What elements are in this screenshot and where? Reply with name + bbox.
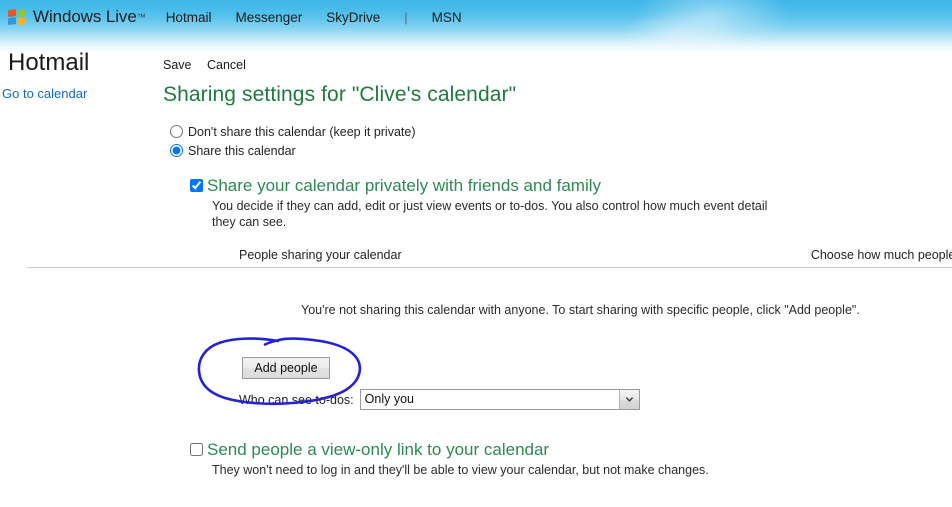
dont-share-radio[interactable] (170, 125, 183, 138)
column-header-permission: Choose how much people see (810, 248, 952, 262)
empty-state-message: You're not sharing this calendar with an… (301, 303, 860, 317)
nav-link-hotmail[interactable]: Hotmail (166, 10, 212, 25)
nav-separator: | (404, 9, 408, 25)
todo-visibility-label: Who can see to-dos: (239, 392, 354, 407)
column-header-people: People sharing your calendar (239, 248, 402, 262)
sharing-table-header: People sharing your calendar Choose how … (239, 248, 952, 267)
left-sidebar: Hotmail Go to calendar (0, 48, 155, 101)
go-to-calendar-link[interactable]: Go to calendar (0, 86, 155, 101)
radio-option-share[interactable]: Share this calendar (170, 141, 952, 160)
radio-option-dont-share[interactable]: Don't share this calendar (keep it priva… (170, 122, 952, 141)
dont-share-label[interactable]: Don't share this calendar (keep it priva… (188, 125, 416, 139)
cloud-highlight (632, 0, 792, 50)
cancel-command[interactable]: Cancel (207, 58, 246, 72)
share-calendar-radio[interactable] (170, 144, 183, 157)
todo-visibility-row: Who can see to-dos: Only you (239, 389, 952, 410)
nav-link-messenger[interactable]: Messenger (235, 10, 302, 25)
page-title: Sharing settings for "Clive's calendar" (163, 83, 517, 106)
sharing-table-divider (27, 267, 952, 268)
add-people-row: Add people (190, 337, 952, 406)
cloud-highlight-secondary (622, 10, 742, 52)
view-only-link-header: Send people a view-only link to your cal… (190, 440, 952, 460)
view-only-link-checkbox[interactable] (190, 443, 203, 456)
sharing-table-header-wrap: People sharing your calendar Choose how … (27, 248, 952, 268)
nav-link-skydrive[interactable]: SkyDrive (326, 10, 380, 25)
save-command[interactable]: Save (163, 58, 192, 72)
view-only-link-title[interactable]: Send people a view-only link to your cal… (207, 440, 549, 460)
nav-link-msn[interactable]: MSN (432, 10, 462, 25)
command-bar: Save Cancel (163, 58, 952, 78)
private-sharing-section: Share your calendar privately with frien… (27, 176, 952, 410)
view-only-link-section: Send people a view-only link to your cal… (163, 440, 952, 478)
windows-live-logo[interactable]: Windows Live ™ (8, 7, 146, 27)
share-mode-radio-group: Don't share this calendar (keep it priva… (163, 122, 952, 160)
todo-visibility-select-wrap[interactable]: Only you (359, 389, 640, 410)
windows-flag-icon (8, 8, 27, 27)
global-navigation: Windows Live ™ Hotmail Messenger SkyDrive… (8, 4, 486, 30)
private-sharing-checkbox[interactable] (190, 179, 203, 192)
main-content: Save Cancel Sharing settings for "Clive'… (27, 58, 952, 478)
private-sharing-description: You decide if they can add, edit or just… (212, 199, 768, 229)
private-sharing-title[interactable]: Share your calendar privately with frien… (207, 176, 601, 196)
add-people-button[interactable]: Add people (242, 357, 330, 379)
share-calendar-label[interactable]: Share this calendar (188, 144, 296, 158)
view-only-link-description: They won't need to log in and they'll be… (212, 463, 709, 477)
todo-visibility-select[interactable]: Only you (359, 389, 640, 410)
app-title: Hotmail (8, 49, 90, 76)
windows-live-wordmark: Windows Live (33, 7, 137, 26)
trademark-symbol: ™ (136, 12, 146, 22)
global-header-band: Windows Live ™ Hotmail Messenger SkyDrive… (0, 0, 952, 52)
private-sharing-header: Share your calendar privately with frien… (190, 176, 952, 196)
